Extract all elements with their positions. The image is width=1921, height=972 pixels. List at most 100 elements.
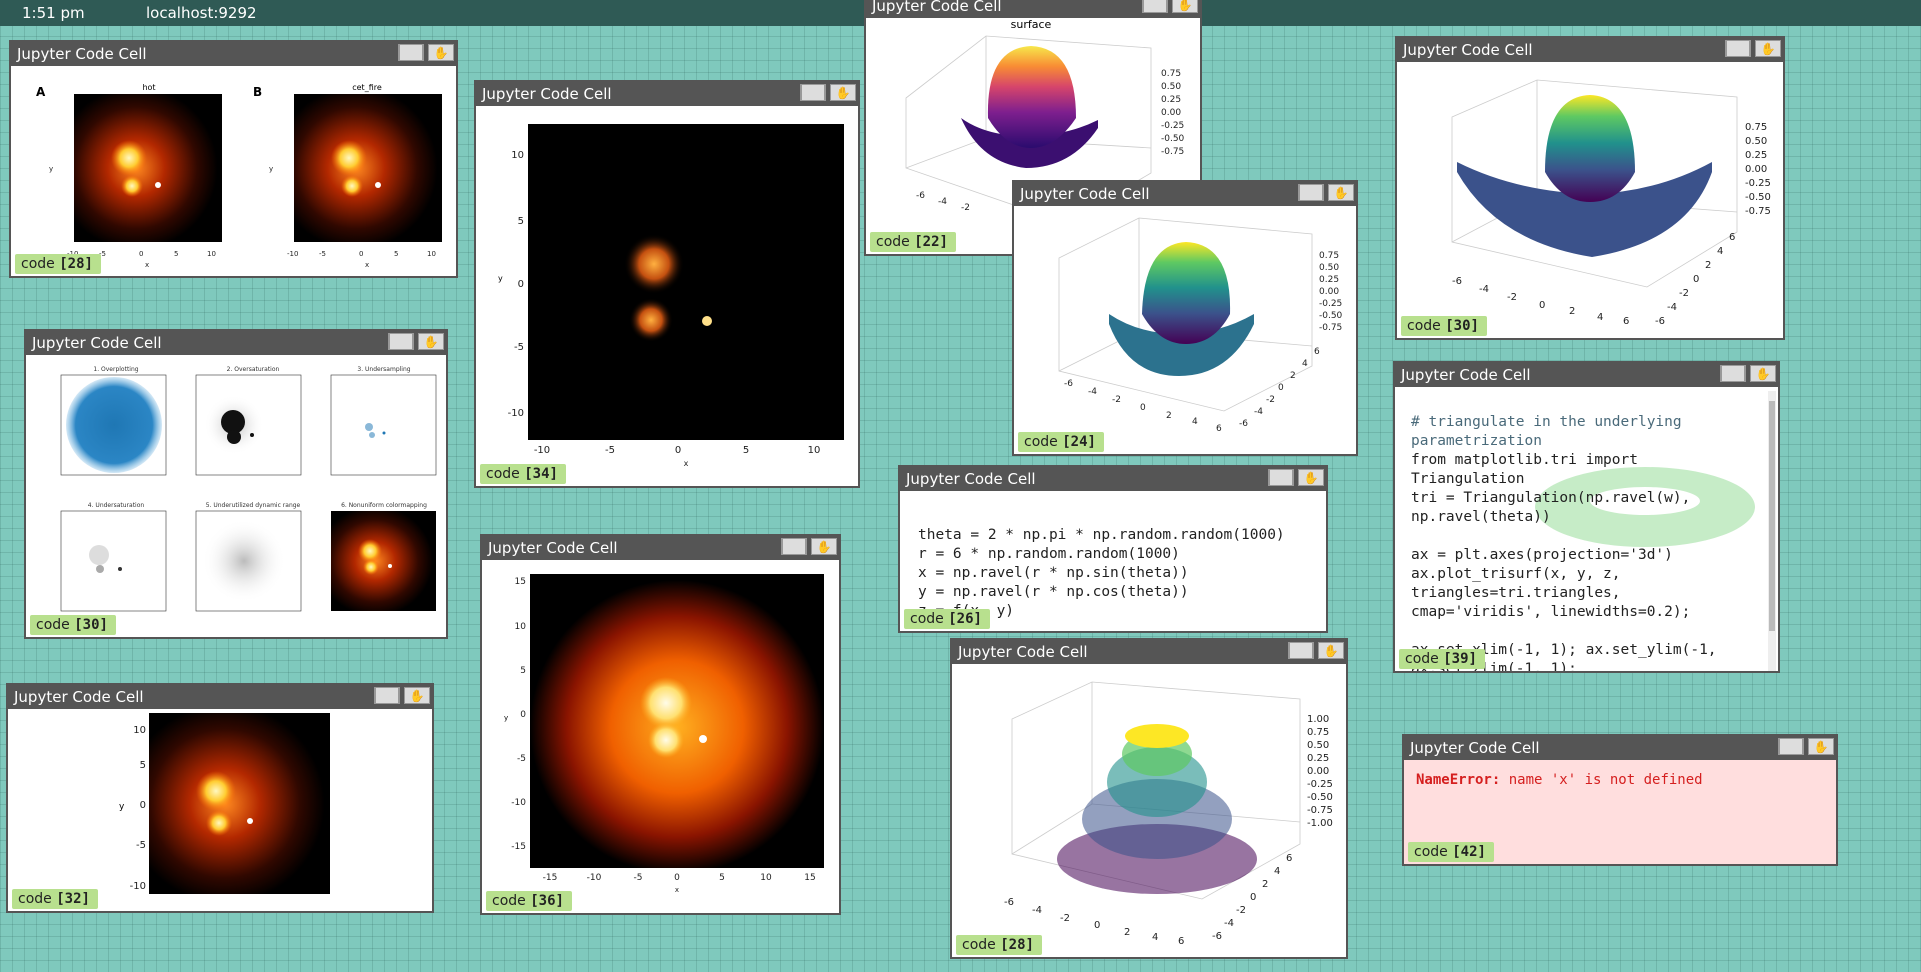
cell-title: Jupyter Code Cell bbox=[906, 470, 1036, 488]
code-editor[interactable]: # triangulate in the underlying parametri… bbox=[1395, 387, 1778, 671]
code-cell-26[interactable]: Jupyter Code Cell ✋ theta = 2 * np.pi * … bbox=[898, 465, 1328, 633]
drag-button[interactable]: ✋ bbox=[1318, 642, 1344, 659]
scrollbar-thumb[interactable] bbox=[1769, 401, 1775, 631]
code-cell-42[interactable]: Jupyter Code Cell ✋ NameError: name 'x' … bbox=[1402, 734, 1838, 866]
code-cell-28b[interactable]: Jupyter Code Cell ✋ 1.00 0.75 0.50 0.25 … bbox=[950, 638, 1348, 959]
cell-titlebar[interactable]: Jupyter Code Cell ✋ bbox=[1397, 38, 1783, 62]
subplot-title: 1. Overplotting bbox=[93, 366, 138, 373]
x-label: x bbox=[684, 459, 689, 468]
drag-button[interactable]: ✋ bbox=[428, 44, 454, 61]
x-tick: 10 bbox=[760, 873, 772, 883]
execution-badge: code [39] bbox=[1399, 649, 1485, 669]
drag-button[interactable]: ✋ bbox=[404, 687, 430, 704]
z-tick: -0.50 bbox=[1319, 311, 1343, 321]
drag-button[interactable]: ✋ bbox=[830, 84, 856, 101]
x-tick: 0 bbox=[674, 873, 680, 883]
y-tick: -10 bbox=[508, 408, 524, 419]
scrollbar[interactable] bbox=[1768, 391, 1776, 671]
subplot-title: 5. Underutilized dynamic range bbox=[206, 502, 301, 509]
drag-button[interactable]: ✋ bbox=[1755, 40, 1781, 57]
badge-number: [39] bbox=[1443, 651, 1477, 667]
cell-titlebar[interactable]: Jupyter Code Cell ✋ bbox=[900, 467, 1326, 491]
tick: 0 bbox=[359, 250, 363, 258]
execution-badge: code [26] bbox=[904, 609, 990, 629]
drag-button[interactable]: ✋ bbox=[1808, 738, 1834, 755]
code-cell-24[interactable]: Jupyter Code Cell ✋ 0.75 0.50 0.25 0.00 … bbox=[1012, 180, 1358, 456]
code-cell-39[interactable]: Jupyter Code Cell ✋ # triangulate in the… bbox=[1393, 361, 1780, 673]
cell-output: 15 10 5 0 -5 -10 -15 -15 -10 -5 0 5 10 1… bbox=[482, 560, 839, 913]
badge-prefix: code bbox=[1407, 318, 1441, 334]
panel-dynamic-range bbox=[195, 510, 302, 612]
code-cell-32[interactable]: Jupyter Code Cell ✋ 10 5 0 -5 -10 y code… bbox=[6, 683, 434, 913]
tick: -10 bbox=[287, 250, 298, 258]
z-tick: 0.50 bbox=[1307, 740, 1329, 751]
cell-title: Jupyter Code Cell bbox=[488, 539, 618, 557]
cell-titlebar[interactable]: Jupyter Code Cell ✋ bbox=[26, 331, 446, 355]
cell-titlebar[interactable]: Jupyter Code Cell ✋ bbox=[1404, 736, 1836, 760]
maximize-button[interactable] bbox=[781, 538, 807, 555]
code-line: x = np.ravel(r * np.sin(theta)) bbox=[918, 565, 1189, 581]
maximize-button[interactable] bbox=[1725, 40, 1751, 57]
x-tick: 2 bbox=[1166, 411, 1172, 421]
maximize-button[interactable] bbox=[800, 84, 826, 101]
code-cell-30b[interactable]: Jupyter Code Cell ✋ 0.75 0.50 0.25 0.00 … bbox=[1395, 36, 1785, 340]
z-tick: -0.50 bbox=[1161, 134, 1185, 144]
x-tick: -4 bbox=[938, 197, 947, 207]
maximize-button[interactable] bbox=[1268, 469, 1294, 486]
drag-button[interactable]: ✋ bbox=[811, 538, 837, 555]
badge-number: [22] bbox=[914, 234, 948, 250]
code-cell-30a[interactable]: Jupyter Code Cell ✋ 1. Overplotting 2. O… bbox=[24, 329, 448, 639]
drag-button[interactable]: ✋ bbox=[1298, 469, 1324, 486]
maximize-button[interactable] bbox=[1778, 738, 1804, 755]
cell-titlebar[interactable]: Jupyter Code Cell ✋ bbox=[1395, 363, 1778, 387]
tick: -5 bbox=[319, 250, 326, 258]
x-tick: -6 bbox=[916, 191, 925, 201]
code-line: r = 6 * np.random.random(1000) bbox=[918, 546, 1180, 562]
x-tick: 2 bbox=[1569, 306, 1575, 317]
hand-icon: ✋ bbox=[423, 334, 439, 349]
maximize-button[interactable] bbox=[1142, 0, 1168, 13]
cell-titlebar[interactable]: Jupyter Code Cell ✋ bbox=[476, 82, 858, 106]
maximize-button[interactable] bbox=[1298, 184, 1324, 201]
y-label: y bbox=[119, 802, 125, 812]
y-tick: -10 bbox=[130, 881, 146, 892]
drag-button[interactable]: ✋ bbox=[418, 333, 444, 350]
cell-titlebar[interactable]: Jupyter Code Cell ✋ bbox=[8, 685, 432, 709]
cell-titlebar[interactable]: Jupyter Code Cell ✋ bbox=[952, 640, 1346, 664]
code-cell-34[interactable]: Jupyter Code Cell ✋ 10 5 0 -5 -10 -10 -5… bbox=[474, 80, 860, 488]
maximize-button[interactable] bbox=[388, 333, 414, 350]
y-tick: 4 bbox=[1274, 866, 1280, 877]
badge-number: [26] bbox=[948, 611, 982, 627]
code-cell-36[interactable]: Jupyter Code Cell ✋ 15 10 5 0 -5 -10 -15 bbox=[480, 534, 841, 915]
window-icon bbox=[375, 687, 399, 704]
window-icon bbox=[1289, 642, 1313, 659]
panel-nonuniform bbox=[331, 511, 436, 611]
code-block[interactable]: # triangulate in the underlying parametri… bbox=[1411, 394, 1717, 671]
cell-title: Jupyter Code Cell bbox=[14, 688, 144, 706]
maximize-button[interactable] bbox=[1720, 365, 1746, 382]
z-tick: -0.75 bbox=[1307, 805, 1333, 816]
cell-titlebar[interactable]: Jupyter Code Cell ✋ bbox=[482, 536, 839, 560]
x-label: x bbox=[145, 261, 149, 269]
drag-button[interactable]: ✋ bbox=[1328, 184, 1354, 201]
maximize-button[interactable] bbox=[1288, 642, 1314, 659]
execution-badge: code [32] bbox=[12, 889, 98, 909]
tick: 10 bbox=[427, 250, 436, 258]
badge-prefix: code bbox=[1414, 844, 1448, 860]
x-tick: -2 bbox=[1112, 395, 1121, 405]
drag-button[interactable]: ✋ bbox=[1172, 0, 1198, 13]
tick: 5 bbox=[174, 250, 178, 258]
code-cell-28a[interactable]: Jupyter Code Cell ✋ A B hot cet_fire -5 … bbox=[9, 40, 458, 278]
maximize-button[interactable] bbox=[398, 44, 424, 61]
cell-titlebar[interactable]: Jupyter Code Cell ✋ bbox=[11, 42, 456, 66]
z-tick: 0.25 bbox=[1161, 95, 1181, 105]
cell-titlebar[interactable]: Jupyter Code Cell ✋ bbox=[866, 0, 1200, 18]
cell-titlebar[interactable]: Jupyter Code Cell ✋ bbox=[1014, 182, 1356, 206]
hand-icon: ✋ bbox=[835, 85, 851, 100]
z-tick: -0.25 bbox=[1161, 121, 1184, 131]
cell-title: Jupyter Code Cell bbox=[872, 0, 1002, 15]
y-tick: -15 bbox=[511, 842, 526, 852]
hand-icon: ✋ bbox=[433, 45, 449, 60]
drag-button[interactable]: ✋ bbox=[1750, 365, 1776, 382]
maximize-button[interactable] bbox=[374, 687, 400, 704]
